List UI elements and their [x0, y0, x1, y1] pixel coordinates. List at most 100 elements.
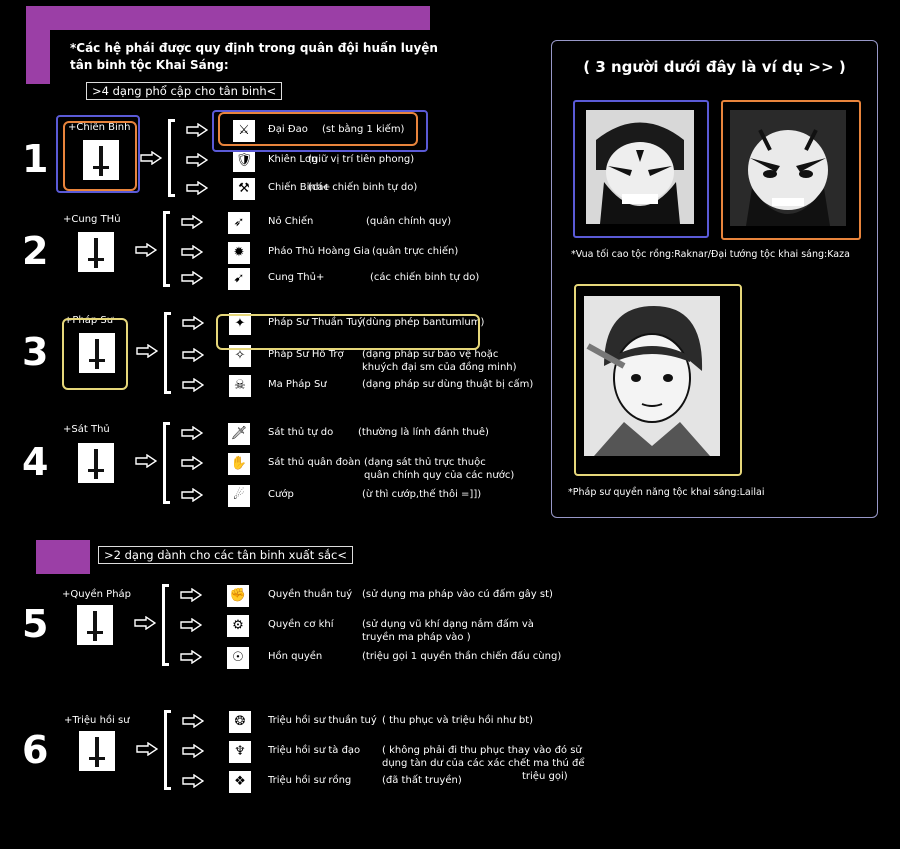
right-arrow-icon [181, 245, 203, 259]
subclass-description: (dạng sát thủ trực thuộc [364, 457, 486, 468]
right-arrow-icon [182, 744, 204, 758]
subclass-description: (quân trực chiến) [372, 246, 459, 257]
subclass-description: ( thu phục và triệu hồi như bt) [382, 715, 534, 726]
right-arrow-icon [140, 151, 162, 165]
highlight-frame [63, 121, 137, 191]
subclass-description: (thường là lính đánh thuê) [358, 427, 489, 438]
intro-line-2: tân binh tộc Khai Sáng: [70, 58, 229, 72]
right-arrow-icon [180, 650, 202, 664]
subclass-name: Quyền thuần tuý [268, 589, 353, 600]
right-arrow-icon [135, 243, 157, 257]
subclass-description: (ừ thì cướp,thế thôi =]]) [362, 489, 482, 500]
right-arrow-icon [182, 348, 204, 362]
subclass-name: Triệu hồi sư rồng [268, 775, 352, 786]
elite-purple-block [36, 540, 90, 574]
subclass-description: (triệu gọi 1 quyền thần chiến đấu cùng) [362, 651, 562, 662]
bandit-icon: ☄ [227, 484, 251, 508]
right-arrow-icon [186, 153, 208, 167]
mech-fist-icon: ⚙ [226, 614, 250, 638]
top-purple-bar [26, 6, 430, 30]
highlight-frame [218, 112, 418, 146]
summon-icon [78, 730, 116, 772]
class-number: 3 [22, 330, 49, 374]
subclass-name: Sát thủ quân đoàn [268, 457, 361, 468]
examples-caption-1: *Vua tối cao tộc rồng:Raknar/Đại tướng t… [571, 249, 850, 260]
subclass-name: Nỏ Chiến [268, 216, 314, 227]
portrait-kaza [730, 110, 846, 226]
subclass-name: Sát thủ tự do [268, 427, 334, 438]
subclass-description: khuých đại sm của đồng minh) [362, 362, 517, 373]
subclass-description: (sử dụng ma pháp vào cú đấm gây st) [362, 589, 553, 600]
class-number: 1 [22, 137, 49, 181]
class-name: +Sát Thủ [63, 424, 110, 435]
right-arrow-icon [181, 426, 203, 440]
top-purple-side [26, 6, 50, 84]
right-arrow-icon [181, 456, 203, 470]
subclass-description: truyền ma pháp vào ) [362, 632, 471, 643]
elite-header: >2 dạng dành cho các tân binh xuất sắc< [98, 546, 353, 564]
class-number: 5 [22, 602, 49, 646]
subclass-description: (đã thất truyền) [382, 775, 462, 786]
examples-caption-2: *Pháp sư quyền năng tộc khai sáng:Lailai [568, 487, 765, 498]
group-bracket [168, 119, 175, 197]
subclass-name: Cướp [268, 489, 294, 500]
subclass-name: Triệu hồi sư tà đạo [268, 745, 361, 756]
shield-icon: 🛡 [232, 149, 256, 173]
subclass-description: ( không phải đi thu phục thay vào đó sử [382, 745, 582, 756]
fist-icon [76, 604, 114, 646]
right-arrow-icon [182, 774, 204, 788]
right-arrow-icon [182, 714, 204, 728]
right-arrow-icon [134, 616, 156, 630]
subclass-description: quân chính quy của các nước) [364, 470, 515, 481]
crossbow-icon: ➶ [227, 211, 251, 235]
subclass-description: (các chiến binh tự do) [308, 182, 418, 193]
class-number: 2 [22, 229, 49, 273]
subclass-name: Ma Pháp Sư [268, 379, 327, 390]
class-number: 4 [22, 440, 49, 484]
subclass-name: Hồn quyền [268, 651, 323, 662]
examples-title: ( 3 người dưới đây là ví dụ >> ) [583, 58, 846, 76]
subclass-description: (giữ vị trí tiên phong) [308, 154, 415, 165]
right-arrow-icon [181, 488, 203, 502]
intro-line-1: *Các hệ phái được quy định trong quân độ… [70, 41, 438, 55]
class-name: +Cung THủ [63, 214, 121, 225]
beast-icon: ❂ [228, 710, 252, 734]
class-number: 6 [22, 728, 49, 772]
right-arrow-icon [136, 344, 158, 358]
group-bracket [164, 312, 171, 394]
axe-icon: ⚒ [232, 177, 256, 201]
highlight-frame [216, 314, 480, 350]
right-arrow-icon [182, 316, 204, 330]
subclass-name: Cung Thủ+ [268, 272, 325, 283]
subclass-description: (quân chính quy) [366, 216, 452, 227]
highlight-frame [62, 318, 128, 390]
right-arrow-icon [181, 215, 203, 229]
dagger-icon [77, 442, 115, 484]
bow-icon [77, 231, 115, 273]
subclass-description: (các chiến binh tự do) [370, 272, 480, 283]
dark-magic-icon: ☠ [228, 374, 252, 398]
punch-icon: ✊ [226, 584, 250, 608]
right-arrow-icon [180, 588, 202, 602]
subclass-name: Pháo Thủ Hoàng Gia [268, 246, 371, 257]
class-name: +Triệu hồi sư [64, 715, 130, 726]
class-name: +Quyền Pháp [62, 589, 132, 600]
right-arrow-icon [136, 742, 158, 756]
right-arrow-icon [186, 181, 208, 195]
necro-icon: ♆ [228, 740, 252, 764]
subclass-description: triệu gọi) [522, 771, 568, 782]
right-arrow-icon [186, 123, 208, 137]
portrait-raknar [586, 110, 694, 224]
group-bracket [163, 422, 170, 504]
dragon-icon: ❖ [228, 770, 252, 794]
group-bracket [164, 710, 171, 790]
right-arrow-icon [181, 271, 203, 285]
subclass-name: Quyền cơ khí [268, 619, 334, 630]
basic-header: >4 dạng phổ cập cho tân binh< [86, 82, 283, 100]
cannon-icon: ✹ [227, 241, 251, 265]
subclass-description: (sử dụng vũ khí dạng nắm đấm và [362, 619, 534, 630]
right-arrow-icon [180, 618, 202, 632]
subclass-description: dụng tàn dư của các xác chết ma thú để [382, 758, 585, 769]
group-bracket [163, 211, 170, 287]
subclass-name: Triệu hồi sư thuần tuý [268, 715, 377, 726]
